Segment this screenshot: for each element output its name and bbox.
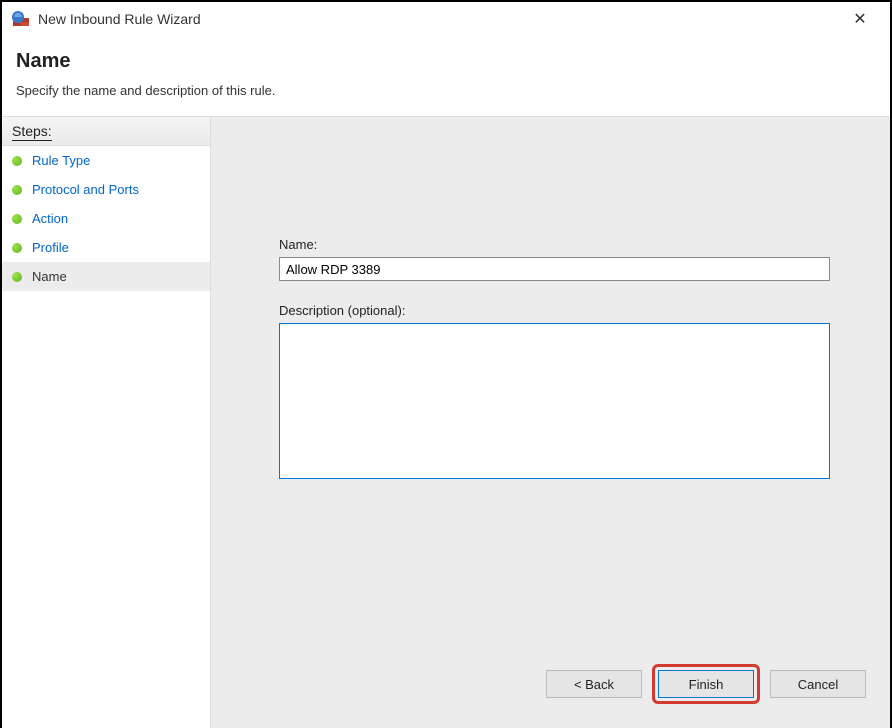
window-title: New Inbound Rule Wizard xyxy=(38,11,840,27)
description-label: Description (optional): xyxy=(279,303,830,318)
body-section: Steps: Rule Type Protocol and Ports Acti… xyxy=(2,116,890,728)
bullet-icon xyxy=(12,272,22,282)
step-profile[interactable]: Profile xyxy=(2,233,210,262)
bullet-icon xyxy=(12,156,22,166)
step-label: Action xyxy=(32,211,68,226)
page-title: Name xyxy=(16,50,876,73)
bullet-icon xyxy=(12,214,22,224)
step-label: Protocol and Ports xyxy=(32,182,139,197)
step-protocol-ports[interactable]: Protocol and Ports xyxy=(2,175,210,204)
bullet-icon xyxy=(12,243,22,253)
cancel-button[interactable]: Cancel xyxy=(770,670,866,698)
titlebar: New Inbound Rule Wizard ✕ xyxy=(2,2,890,36)
finish-button[interactable]: Finish xyxy=(658,670,754,698)
finish-highlight: Finish xyxy=(652,664,760,704)
bullet-icon xyxy=(12,185,22,195)
step-action[interactable]: Action xyxy=(2,204,210,233)
firewall-icon xyxy=(12,10,30,28)
page-subtitle: Specify the name and description of this… xyxy=(16,83,876,98)
name-input[interactable] xyxy=(279,257,830,281)
step-label: Name xyxy=(32,269,67,284)
step-rule-type[interactable]: Rule Type xyxy=(2,146,210,175)
header-section: Name Specify the name and description of… xyxy=(2,36,890,116)
close-icon[interactable]: ✕ xyxy=(840,9,880,29)
description-input[interactable] xyxy=(279,323,830,479)
button-row: < Back Finish Cancel xyxy=(546,664,866,704)
step-label: Rule Type xyxy=(32,153,90,168)
name-label: Name: xyxy=(279,237,830,252)
main-panel: Name: Description (optional): < Back Fin… xyxy=(210,116,890,728)
step-name[interactable]: Name xyxy=(2,262,210,291)
back-button[interactable]: < Back xyxy=(546,670,642,698)
steps-header: Steps: xyxy=(2,117,210,146)
sidebar: Steps: Rule Type Protocol and Ports Acti… xyxy=(2,116,210,728)
form-area: Name: Description (optional): xyxy=(279,237,830,482)
step-label: Profile xyxy=(32,240,69,255)
